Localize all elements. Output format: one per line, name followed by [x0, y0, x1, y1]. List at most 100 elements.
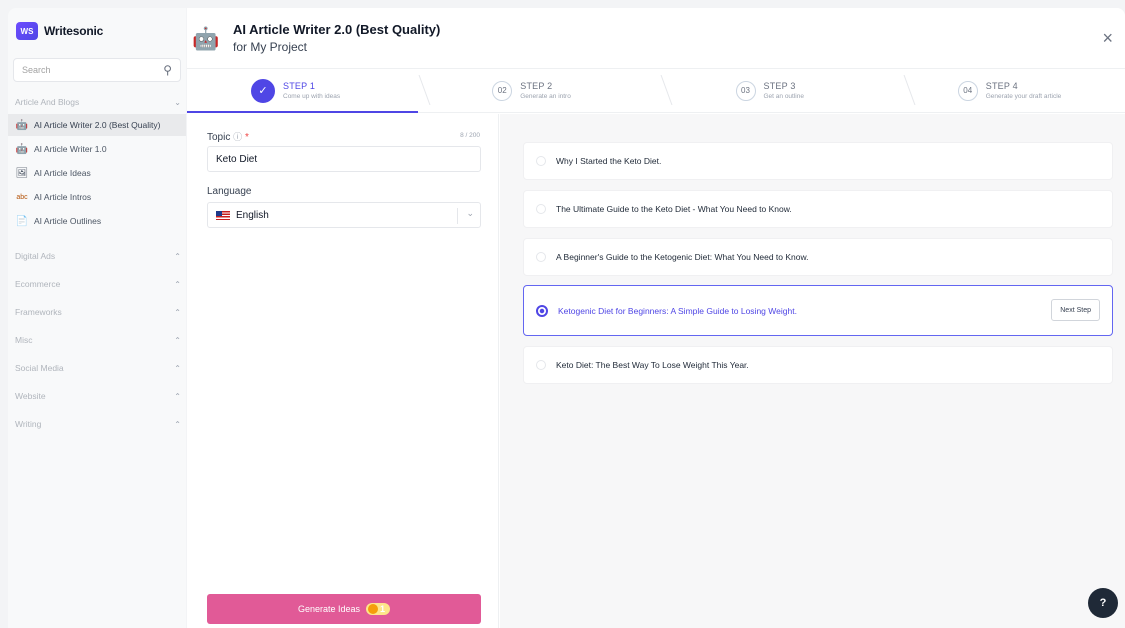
- character-count: 8 / 200: [460, 132, 480, 139]
- page-subtitle: for My Project: [233, 40, 308, 54]
- topic-label: Topic ⓘ *: [207, 130, 249, 143]
- radio-button-selected[interactable]: [536, 304, 548, 317]
- sidebar-item-ai-article-writer-2[interactable]: 🤖 AI Article Writer 2.0 (Best Quality): [8, 114, 186, 136]
- close-icon[interactable]: ×: [1102, 28, 1113, 49]
- topic-value: Keto Diet: [216, 153, 258, 165]
- check-icon: ✓: [251, 78, 275, 103]
- us-flag-icon: [216, 210, 230, 220]
- chevron-up-icon: ⌃: [174, 363, 181, 373]
- category-ecommerce[interactable]: Ecommerce ⌃: [15, 276, 181, 292]
- image-icon: 🖼: [15, 167, 29, 179]
- chevron-up-icon: ⌃: [174, 391, 181, 401]
- category-frameworks[interactable]: Frameworks ⌃: [15, 304, 181, 320]
- idea-text: Ketogenic Diet for Beginners: A Simple G…: [558, 305, 797, 316]
- search-placeholder: Search: [22, 65, 51, 75]
- language-label: Language: [207, 186, 252, 197]
- step-description: Generate your draft article: [985, 93, 1062, 100]
- coin-icon: [368, 604, 379, 614]
- document-icon: 📄: [15, 215, 29, 227]
- abc-icon: abc: [16, 193, 28, 201]
- radio-button[interactable]: [536, 156, 546, 166]
- idea-option[interactable]: The Ultimate Guide to the Keto Diet - Wh…: [523, 190, 1113, 228]
- category-website[interactable]: Website ⌃: [15, 388, 181, 404]
- info-icon[interactable]: ⓘ: [233, 132, 242, 142]
- step-label: STEP 1: [283, 81, 316, 91]
- category-article-and-blogs[interactable]: Article And Blogs ⌄: [15, 94, 181, 110]
- chevron-up-icon: ⌃: [174, 419, 181, 429]
- sidebar-item-label: AI Article Writer 2.0 (Best Quality): [34, 120, 161, 130]
- step-3[interactable]: 03 STEP 3 Get an outline: [660, 69, 903, 112]
- robot-icon: 🤖: [192, 26, 220, 51]
- category-label: Article And Blogs: [15, 97, 80, 107]
- category-social-media[interactable]: Social Media ⌃: [15, 360, 181, 376]
- chevron-up-icon: ⌃: [174, 335, 181, 345]
- step-number: 04: [957, 80, 978, 101]
- main-panel: 🤖 AI Article Writer 2.0 (Best Quality) f…: [187, 8, 1125, 628]
- idea-text: The Ultimate Guide to the Keto Diet - Wh…: [556, 204, 792, 214]
- brand[interactable]: WS Writesonic: [16, 22, 103, 40]
- robot-icon: 🤖: [15, 119, 29, 131]
- next-step-button[interactable]: Next Step: [1051, 299, 1100, 321]
- category-label: Digital Ads: [15, 251, 56, 261]
- idea-option[interactable]: Keto Diet: The Best Way To Lose Weight T…: [523, 346, 1113, 384]
- sidebar-item-ai-article-intros[interactable]: abc AI Article Intros: [8, 186, 186, 208]
- step-label: STEP 3: [763, 81, 796, 91]
- radio-button[interactable]: [536, 252, 546, 262]
- required-asterisk: *: [244, 132, 249, 143]
- step-number: 03: [735, 80, 756, 101]
- chevron-down-icon: ⌄: [174, 97, 181, 107]
- ideas-list: Why I Started the Keto Diet. The Ultimat…: [500, 114, 1125, 628]
- sidebar-item-label: AI Article Writer 1.0: [34, 144, 107, 154]
- step-number: 02: [492, 80, 513, 101]
- radio-button[interactable]: [536, 360, 546, 370]
- language-select[interactable]: English ⌄: [207, 202, 481, 228]
- topic-label-text: Topic: [207, 132, 231, 143]
- brand-name: Writesonic: [44, 24, 104, 38]
- page-title: AI Article Writer 2.0 (Best Quality): [233, 22, 441, 37]
- chevron-up-icon: ⌃: [174, 279, 181, 289]
- idea-text: A Beginner's Guide to the Ketogenic Diet…: [556, 252, 809, 262]
- generate-ideas-button[interactable]: Generate Ideas 1: [207, 594, 481, 624]
- language-value: English: [236, 209, 269, 221]
- header: 🤖 AI Article Writer 2.0 (Best Quality) f…: [187, 8, 1125, 68]
- dropdown-separator: [457, 208, 458, 224]
- writesonic-logo-icon: WS: [16, 22, 38, 40]
- category-label: Writing: [15, 419, 42, 429]
- category-writing[interactable]: Writing ⌃: [15, 416, 181, 432]
- idea-option[interactable]: Why I Started the Keto Diet.: [523, 142, 1113, 180]
- credit-badge: 1: [366, 603, 391, 615]
- step-tabs: ✓ STEP 1 Come up with ideas 02 STEP 2 Ge…: [187, 68, 1125, 113]
- sidebar: WS Writesonic Search ⚲ Article And Blogs…: [8, 8, 186, 628]
- category-label: Website: [15, 391, 46, 401]
- idea-option[interactable]: A Beginner's Guide to the Ketogenic Diet…: [523, 238, 1113, 276]
- category-label: Misc: [15, 335, 33, 345]
- step-description: Come up with ideas: [283, 93, 341, 100]
- idea-option-selected[interactable]: Ketogenic Diet for Beginners: A Simple G…: [523, 285, 1113, 336]
- chevron-down-icon: ⌄: [466, 208, 474, 218]
- help-button[interactable]: ?: [1088, 588, 1118, 618]
- topic-input[interactable]: Keto Diet: [207, 146, 481, 172]
- chevron-up-icon: ⌃: [174, 307, 181, 317]
- category-misc[interactable]: Misc ⌃: [15, 332, 181, 348]
- step-1[interactable]: ✓ STEP 1 Come up with ideas: [187, 69, 419, 113]
- step-2[interactable]: 02 STEP 2 Generate an intro: [418, 69, 659, 112]
- input-form: Topic ⓘ * 8 / 200 Keto Diet Language Eng…: [187, 114, 499, 628]
- step-description: Generate an intro: [520, 93, 571, 100]
- category-digital-ads[interactable]: Digital Ads ⌃: [15, 248, 181, 264]
- credit-count: 1: [380, 604, 386, 614]
- search-icon[interactable]: ⚲: [163, 63, 172, 77]
- category-label: Ecommerce: [15, 279, 61, 289]
- robot-icon: 🤖: [15, 143, 29, 155]
- radio-button[interactable]: [536, 204, 546, 214]
- sidebar-item-ai-article-ideas[interactable]: 🖼 AI Article Ideas: [8, 162, 186, 184]
- sidebar-item-label: AI Article Ideas: [34, 168, 91, 178]
- step-4[interactable]: 04 STEP 4 Generate your draft article: [903, 69, 1125, 112]
- search-input[interactable]: Search ⚲: [13, 58, 181, 82]
- category-label: Social Media: [15, 363, 64, 373]
- sidebar-item-ai-article-writer-1[interactable]: 🤖 AI Article Writer 1.0: [8, 138, 186, 160]
- sidebar-item-ai-article-outlines[interactable]: 📄 AI Article Outlines: [8, 210, 186, 232]
- idea-text: Keto Diet: The Best Way To Lose Weight T…: [556, 360, 749, 370]
- step-label: STEP 4: [985, 81, 1018, 91]
- category-label: Frameworks: [15, 307, 62, 317]
- idea-text: Why I Started the Keto Diet.: [556, 156, 662, 166]
